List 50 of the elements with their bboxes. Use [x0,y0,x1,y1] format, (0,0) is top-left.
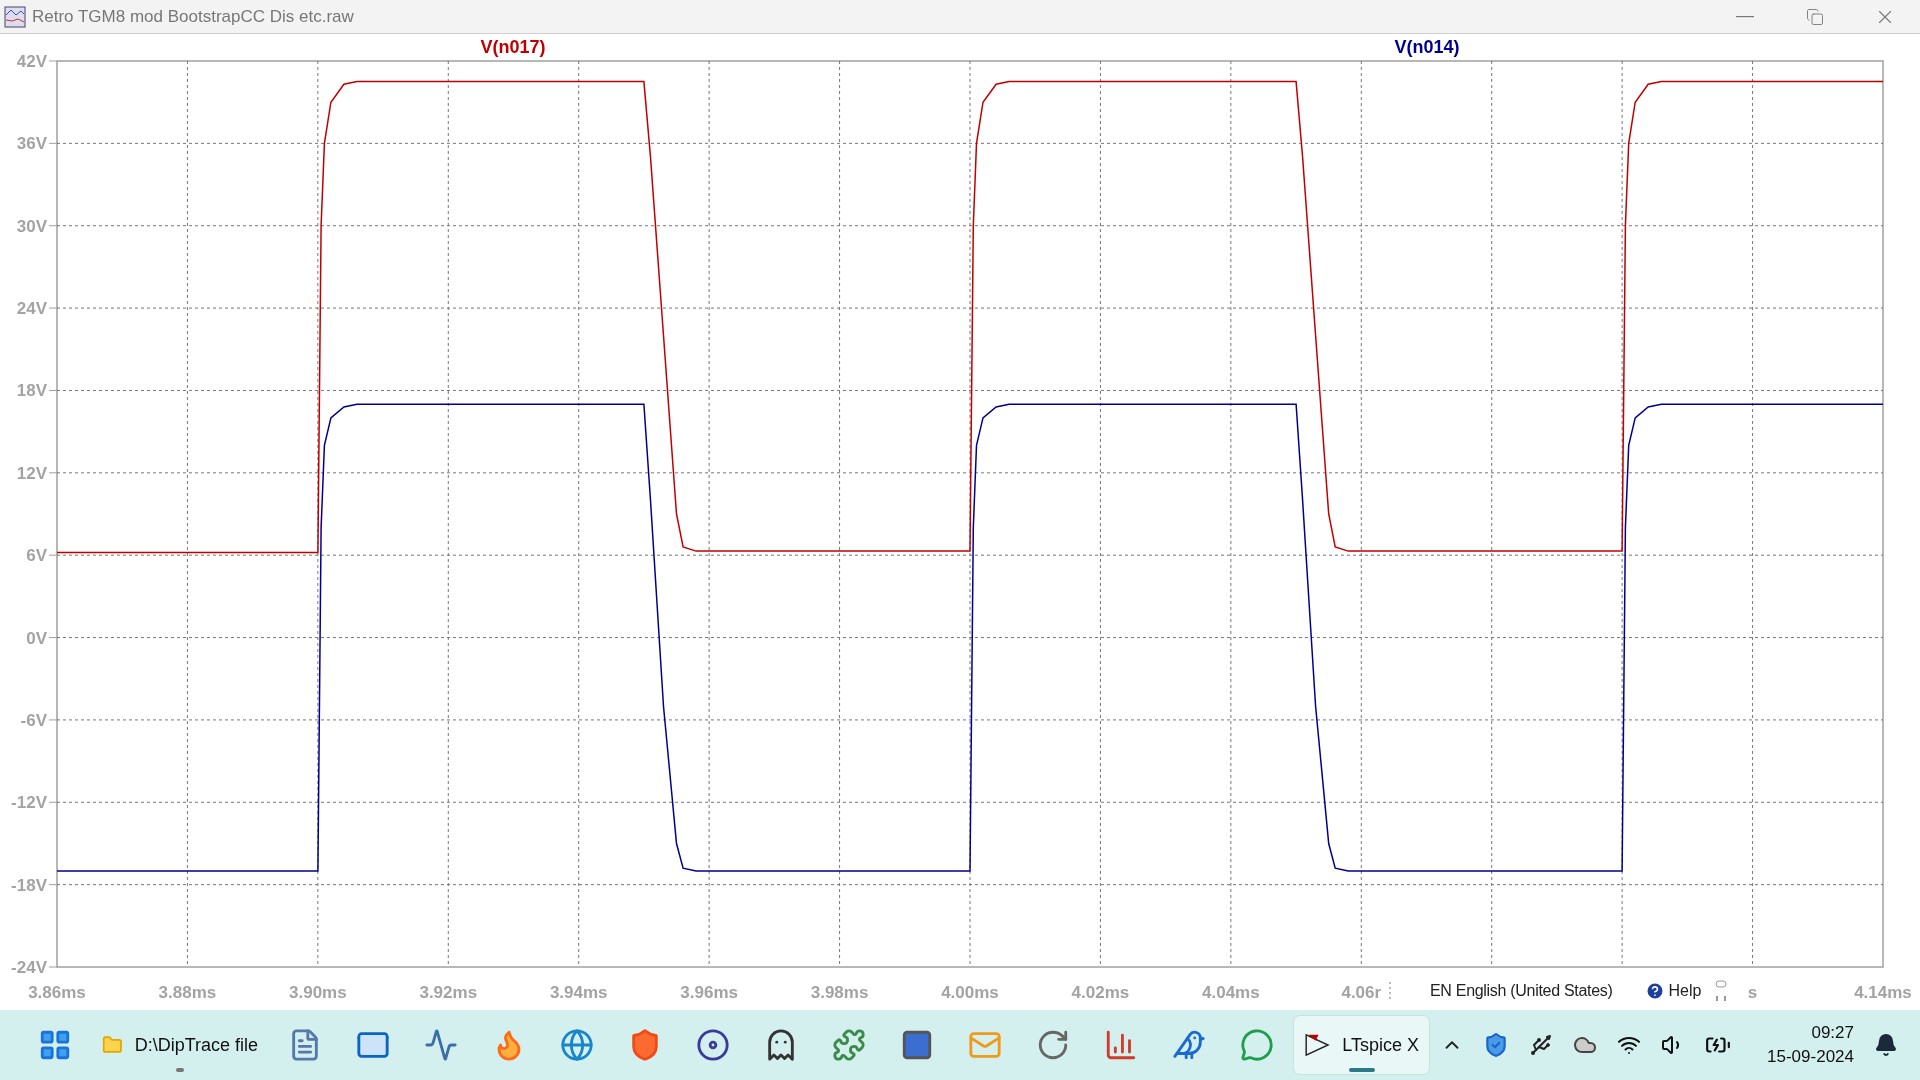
y-axis-label: 24V [16,299,47,319]
resize-grip-icon [1715,980,1728,1002]
puzzle-icon [832,1028,867,1062]
help-button[interactable]: Help [1644,981,1702,1001]
x-axis-label: 4.02ms [1071,983,1130,1002]
x-axis-label: 4.06r [1341,983,1382,1002]
language-indicator: EN English (United States) [1430,982,1613,1000]
x-axis-label: s [1747,983,1758,1002]
x-axis-label: 3.92ms [419,983,478,1002]
help-icon [1644,981,1665,1001]
x-axis-label: 3.86ms [28,983,86,1002]
bird-icon [1172,1028,1207,1062]
clock-time: 09:27 [1811,1023,1854,1043]
taskbar-app[interactable]: D:\DipTrace file [92,1016,269,1074]
y-axis-label: 6V [26,546,47,566]
taskbar-app[interactable]: LTspice X [1294,1016,1430,1074]
waveform-icon [424,1028,459,1062]
clock-date: 15-09-2024 [1767,1047,1854,1067]
trace-label: V(n014) [1394,37,1460,57]
minimize-icon [1736,15,1754,18]
windows-grid-icon [38,1028,72,1062]
y-axis-label: 30V [16,216,47,236]
disc-icon [696,1028,731,1062]
y-axis-label: -6V [20,710,47,730]
x-axis-label: 4.14ms [1854,983,1912,1002]
x-axis-label: 4.00ms [941,983,999,1002]
x-axis-label: 3.88ms [158,983,217,1002]
x-axis-label: 4.04ms [1202,983,1260,1002]
y-axis-label: 18V [16,381,47,401]
x-axis-label: 3.90ms [289,983,347,1002]
trace-label: V(n017) [480,37,546,57]
y-axis-label: 12V [16,463,47,483]
clock[interactable]: 09:27 15-09-2024 [1767,1023,1854,1067]
y-axis-label: -12V [11,793,47,813]
x-axis-label: 3.96ms [680,983,738,1002]
dotted-divider-icon [1388,980,1392,1002]
window-title: Retro TGM8 mod BootstrapCC Dis etc.raw [32,6,355,27]
chat-bubble-icon [1240,1028,1275,1062]
y-axis-label: -18V [11,875,47,895]
x-axis-label: 3.94ms [549,983,608,1002]
graph-window-icon [4,5,26,28]
y-axis-label: 36V [16,134,47,154]
bell-icon[interactable] [1874,1033,1898,1057]
usb-icon[interactable] [1529,1033,1554,1057]
y-axis-label: 42V [16,52,47,71]
y-axis-label: -24V [11,958,47,977]
restore-icon [1806,7,1824,26]
y-axis-label: 0V [26,628,47,648]
x-axis-label: 3.98ms [810,983,869,1002]
globe-icon [560,1028,595,1062]
